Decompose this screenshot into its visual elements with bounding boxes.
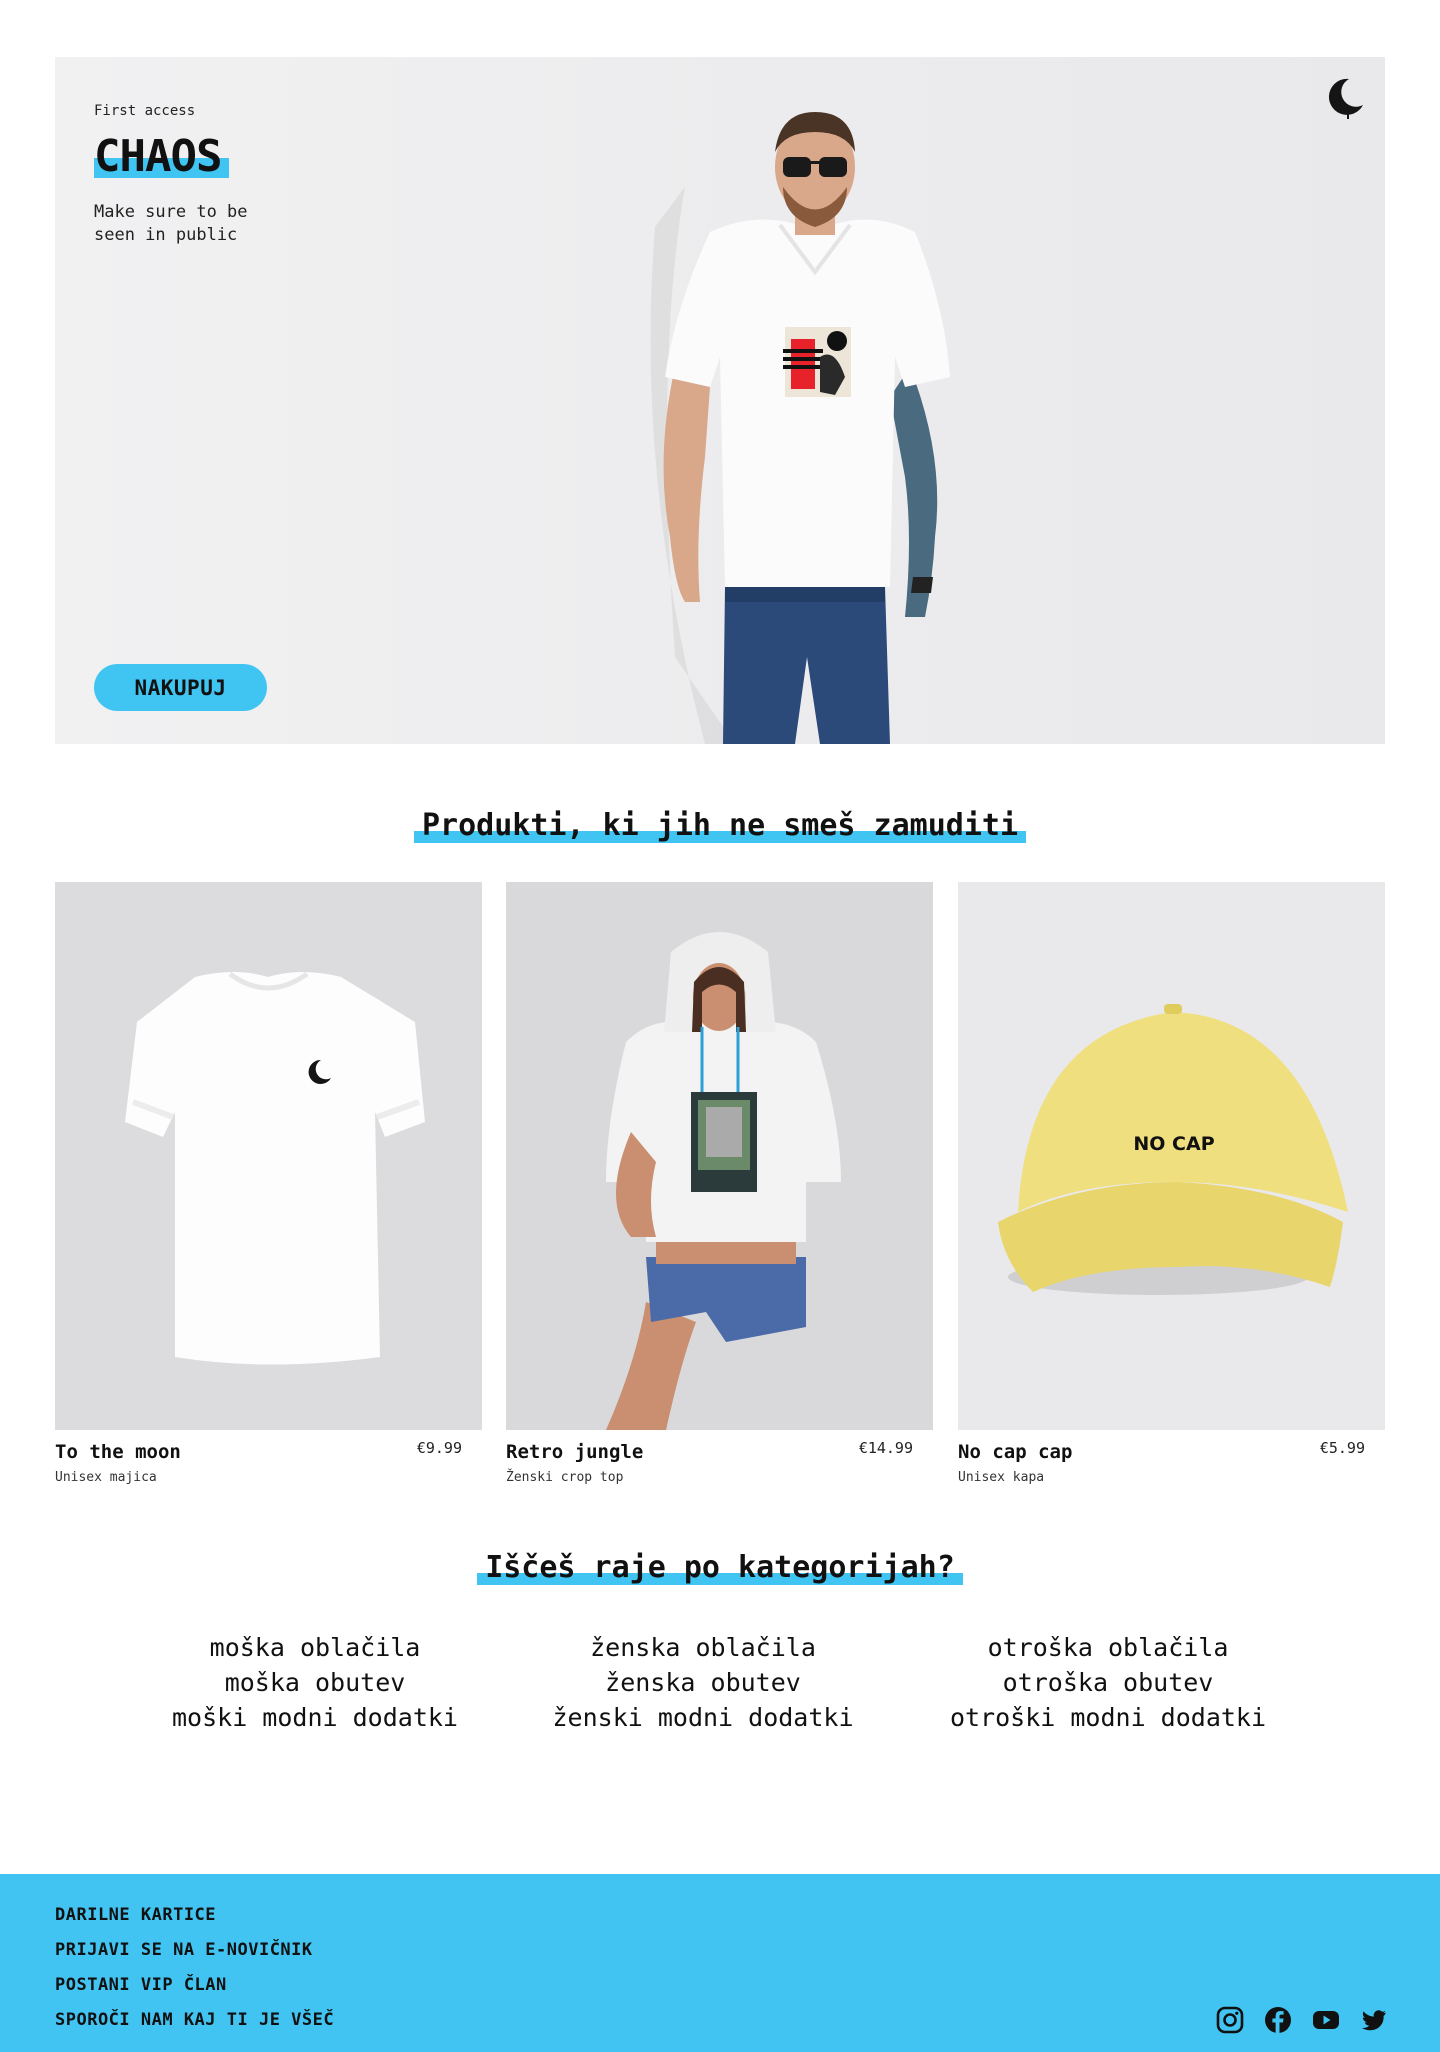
shop-now-button[interactable]: NAKUPUJ [94, 664, 267, 711]
footer: DARILNE KARTICE PRIJAVI SE NA E-NOVIČNIK… [0, 1874, 1440, 2052]
cap-print-text: NO CAP [1133, 1133, 1214, 1155]
cap-image: NO CAP [998, 1004, 1348, 1295]
footer-link-vip[interactable]: POSTANI VIP ČLAN [55, 1968, 334, 2003]
category-column-kids: otroška oblačila otroška obutev otroški … [918, 1630, 1298, 1735]
categories-heading-wrap: Iščeš raje po kategorijah? [0, 1550, 1440, 1585]
crop-top-image [606, 932, 841, 1430]
product-grid: To the moon Unisex majica €9.99 Retro ju… [55, 882, 1385, 1492]
hero-title-wrap: CHAOS [94, 131, 230, 182]
footer-link-gift-cards[interactable]: DARILNE KARTICE [55, 1898, 334, 1933]
product-card-no-cap-cap[interactable]: NO CAP No cap cap Unisex kapa €5.99 [958, 882, 1385, 1492]
category-column-men: moška oblačila moška obutev moški modni … [125, 1630, 505, 1735]
product-type: Unisex majica [55, 1470, 157, 1485]
category-link-men-shoes[interactable]: moška obutev [125, 1665, 505, 1700]
youtube-icon[interactable] [1312, 2006, 1340, 2034]
category-link-kids-clothing[interactable]: otroška oblačila [918, 1630, 1298, 1665]
product-price: €5.99 [1319, 1439, 1365, 1457]
products-heading-wrap: Produkti, ki jih ne smeš zamuditi [0, 808, 1440, 843]
product-image-tshirt[interactable] [55, 882, 482, 1430]
social-links [1216, 2006, 1388, 2034]
category-link-women-shoes[interactable]: ženska obutev [513, 1665, 893, 1700]
product-price: €9.99 [416, 1439, 462, 1457]
category-link-kids-shoes[interactable]: otroška obutev [918, 1665, 1298, 1700]
categories-heading: Iščeš raje po kategorijah? [477, 1550, 963, 1585]
twitter-icon[interactable] [1360, 2006, 1388, 2034]
footer-link-newsletter[interactable]: PRIJAVI SE NA E-NOVIČNIK [55, 1933, 334, 1968]
category-link-kids-accessories[interactable]: otroški modni dodatki [918, 1700, 1298, 1735]
product-name[interactable]: To the moon [55, 1441, 181, 1463]
footer-link-feedback[interactable]: SPOROČI NAM KAJ TI JE VŠEČ [55, 2003, 334, 2038]
instagram-icon[interactable] [1216, 2006, 1244, 2034]
product-image-cap[interactable]: NO CAP [958, 882, 1385, 1430]
category-link-women-accessories[interactable]: ženski modni dodatki [513, 1700, 893, 1735]
category-column-women: ženska oblačila ženska obutev ženski mod… [513, 1630, 893, 1735]
hero-banner: First access CHAOS Make sure to be seen … [55, 57, 1385, 744]
product-image-crop-top[interactable] [506, 882, 933, 1430]
product-type: Ženski crop top [506, 1470, 624, 1485]
product-name[interactable]: No cap cap [958, 1441, 1072, 1463]
product-name[interactable]: Retro jungle [506, 1441, 643, 1463]
hero-model-image [650, 112, 950, 744]
category-links: moška oblačila moška obutev moški modni … [0, 1630, 1440, 1750]
tshirt-image [125, 971, 425, 1365]
products-heading: Produkti, ki jih ne smeš zamuditi [413, 808, 1027, 843]
category-link-women-clothing[interactable]: ženska oblačila [513, 1630, 893, 1665]
footer-links: DARILNE KARTICE PRIJAVI SE NA E-NOVIČNIK… [55, 1898, 334, 2038]
moon-logo-icon [1328, 78, 1363, 119]
facebook-icon[interactable] [1264, 2006, 1292, 2034]
hero-eyebrow: First access [94, 103, 196, 119]
product-price: €14.99 [858, 1439, 913, 1457]
category-link-men-accessories[interactable]: moški modni dodatki [125, 1700, 505, 1735]
product-card-to-the-moon[interactable]: To the moon Unisex majica €9.99 [55, 882, 482, 1492]
hero-tagline: Make sure to be seen in public [94, 202, 248, 245]
product-type: Unisex kapa [958, 1470, 1045, 1485]
category-link-men-clothing[interactable]: moška oblačila [125, 1630, 505, 1665]
product-card-retro-jungle[interactable]: Retro jungle Ženski crop top €14.99 [506, 882, 933, 1492]
hero-title: CHAOS [94, 131, 230, 182]
